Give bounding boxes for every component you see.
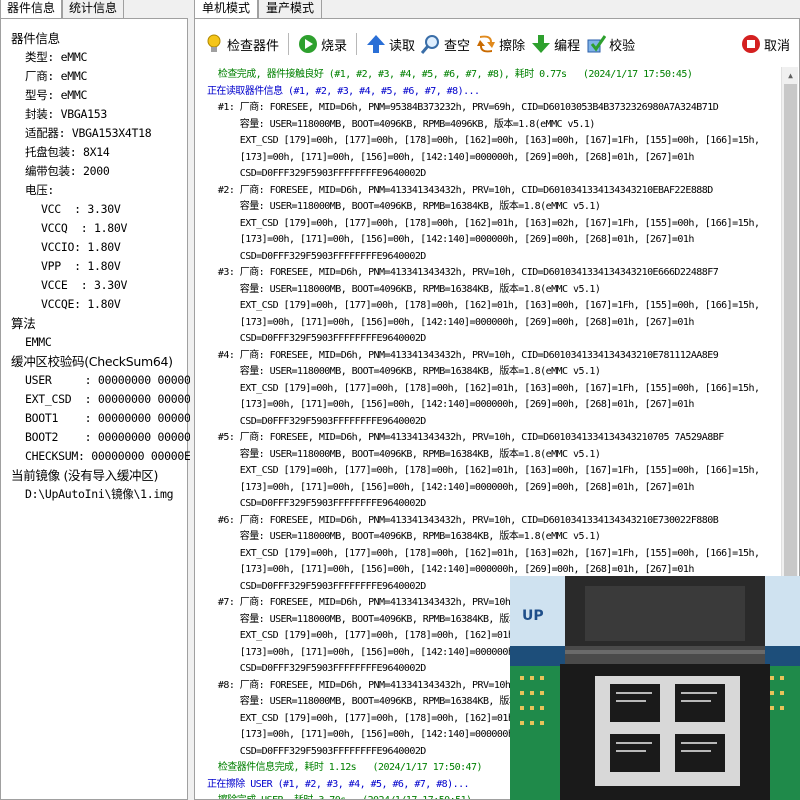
program-button[interactable]: 编程 [528,30,583,58]
log-line: [173]=00h, [171]=00h, [156]=00h, [142:14… [196,481,695,493]
info-item: VCC : 3.30V [41,202,121,216]
device-info-list: 器件信息类型: eMMC 厂商: eMMC 型号: eMMC 封装: VBGA153 适… [0,18,211,800]
log-line: EXT_CSD [179]=00h, [177]=00h, [178]=00h,… [196,465,766,476]
brand-label: UP [522,608,544,624]
log-line: 容量: USER=118000MB, BOOT=4096KB, RPMB=163… [196,201,601,212]
log-line: EXT_CSD [179]=00h, [177]=00h, [178]=00h,… [196,547,766,559]
info-section-header: 器件信息 [11,31,60,46]
info-item: 电压: [25,183,55,197]
log-line: CSD=D0FFF329F5903FFFFFFFFE9640002D [196,168,427,179]
log-line: #4: 厂商: FORESEE, MID=D6h, PNM=4133413434… [196,349,719,361]
read-label: 读取 [389,38,416,54]
program-label: 编程 [554,38,581,54]
info-item: CHECKSUM: 00000000 00000EFC [25,449,204,463]
verify-icon [586,34,607,54]
info-item: D:\UpAutoIni\镜像\1.img [25,487,174,501]
toolbar: 检查器件 烧录 读取 查空 擦除 编程 校验 取消 [201,29,793,59]
left-tab-bar: 器件信息 统计信息 [0,0,125,18]
log-line: EXT_CSD [179]=00h, [177]=00h, [178]=00h,… [196,135,766,146]
info-item: VPP : 1.80V [41,259,121,273]
log-line: EXT_CSD [179]=00h, [177]=00h, [178]=00h,… [196,217,766,229]
log-line: 容量: USER=118000MB, BOOT=4096KB, RPMB=163… [196,448,601,460]
info-item: EXT_CSD : 00000000 00000EFC [25,392,211,406]
info-item: 型号: eMMC [25,88,88,102]
log-line: #6: 厂商: FORESEE, MID=D6h, PNM=4133413434… [196,514,719,526]
stop-icon [741,34,761,54]
device-info-panel: 器件信息 统计信息 器件信息类型: eMMC 厂商: eMMC 型号: eMMC 封装… [0,0,211,800]
info-section-header: 算法 [11,316,36,331]
info-item: EMMC [25,335,52,349]
verify-button[interactable]: 校验 [583,30,638,58]
arrow-down-icon [531,34,551,54]
burn-label: 烧录 [321,38,348,54]
info-item: 类型: eMMC [25,50,88,64]
erase-icon [476,34,496,54]
log-line: 容量: USER=118000MB, BOOT=4096KB, RPMB=163… [196,283,601,295]
verify-label: 校验 [609,38,636,54]
info-item: 编带包装: 2000 [25,164,110,178]
read-button[interactable]: 读取 [363,30,418,58]
cancel-button[interactable]: 取消 [738,30,793,58]
info-item: VCCIO: 1.80V [41,240,121,254]
scroll-up-icon[interactable]: ▲ [782,67,799,84]
log-line: 容量: USER=118000MB, BOOT=4096KB, RPMB=409… [196,118,596,130]
erase-button[interactable]: 擦除 [473,30,528,58]
arrow-up-icon [366,34,386,54]
info-item: 适配器: VBGA153X4T18 [25,126,152,140]
toolbar-separator [356,33,358,55]
info-item: VCCQ : 1.80V [41,221,128,235]
info-item: 托盘包装: 8X14 [25,145,110,159]
log-line: 容量: USER=118000MB, BOOT=4096KB, RPMB=163… [196,531,601,542]
tab-mass-production-mode[interactable]: 量产模式 [258,0,323,18]
info-item: VCCQE: 1.80V [41,297,121,311]
programmer-photo: UP [510,576,800,800]
log-line: [173]=00h, [171]=00h, [156]=00h, [142:14… [196,399,695,410]
erase-label: 擦除 [499,38,526,54]
log-line: #5: 厂商: FORESEE, MID=D6h, PNM=4133413434… [196,432,724,443]
log-line: #2: 厂商: FORESEE, MID=D6h, PNM=4133413434… [196,184,713,196]
burn-button[interactable]: 烧录 [295,30,350,58]
cancel-label: 取消 [763,38,790,54]
log-line: #3: 厂商: FORESEE, MID=D6h, PNM=4133413434… [196,267,719,278]
mode-tab-bar: 单机模式 量产模式 [194,0,323,18]
play-icon [298,34,318,54]
check-device-button[interactable]: 检查器件 [201,30,282,58]
info-section-header: 缓冲区校验码(CheckSum64) [11,354,173,369]
info-item: BOOT2 : 00000000 00000000 [25,430,211,444]
info-item: 封装: VBGA153 [25,107,108,121]
log-line: EXT_CSD [179]=00h, [177]=00h, [178]=00h,… [196,300,766,311]
log-line: CSD=D0FFF329F5903FFFFFFFFE9640002D [196,498,427,509]
check-device-label: 检查器件 [227,38,280,54]
log-line: [173]=00h, [171]=00h, [156]=00h, [142:14… [196,234,695,245]
toolbar-separator [288,33,290,55]
info-item: VCCE : 3.30V [41,278,128,292]
log-line: CSD=D0FFF329F5903FFFFFFFFE9640002D [196,333,427,344]
blank-check-label: 查空 [444,38,471,54]
tab-device-info[interactable]: 器件信息 [0,0,63,18]
magnifier-icon [421,34,441,54]
log-line: CSD=D0FFF329F5903FFFFFFFFE9640002D [196,415,427,427]
log-line: [173]=00h, [171]=00h, [156]=00h, [142:14… [196,151,695,163]
log-line: 检查完成, 器件接触良好 (#1, #2, #3, #4, #5, #6, #7… [196,69,693,80]
info-section-header: 当前镜像 (没有导入缓冲区) [11,468,159,483]
log-line: 正在读取器件信息 (#1, #2, #3, #4, #5, #6, #7, #8… [196,85,480,97]
info-item: 厂商: eMMC [25,69,88,83]
info-item: USER : 00000000 00000000 [25,373,211,387]
tab-statistics[interactable]: 统计信息 [62,0,125,18]
bulb-icon [204,34,224,54]
log-line: #1: 厂商: FORESEE, MID=D6h, PNM=95384B3732… [196,102,719,113]
info-item: BOOT1 : 00000000 00000000 [25,411,211,425]
log-line: [173]=00h, [171]=00h, [156]=00h, [142:14… [196,316,695,328]
log-line: EXT_CSD [179]=00h, [177]=00h, [178]=00h,… [196,382,766,394]
log-line: CSD=D0FFF329F5903FFFFFFFFE9640002D [196,250,427,262]
tab-single-mode[interactable]: 单机模式 [194,0,259,18]
blank-check-button[interactable]: 查空 [418,30,473,58]
log-line: 容量: USER=118000MB, BOOT=4096KB, RPMB=163… [196,366,601,377]
